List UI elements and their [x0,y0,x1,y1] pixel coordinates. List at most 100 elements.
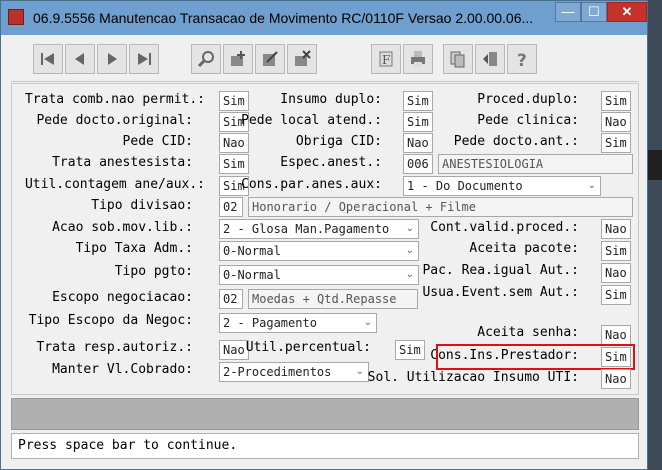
pede-cid-field[interactable]: Nao [219,133,249,153]
pede-docto-ant-field[interactable]: Sim [601,133,631,153]
trata-anestesista-label: Trata anestesista: [52,155,193,170]
tipo-taxa-adm-value: 0-Normal [223,244,281,258]
tipo-divisao-code-field[interactable]: 02 [219,197,243,217]
aceita-pacote-label: Aceita pacote: [469,241,579,256]
cons-par-anes-aux-label: Cons.par.anes.aux: [241,177,382,192]
delete-button[interactable] [287,44,317,74]
copy-icon [450,51,465,68]
print-icon [411,51,425,67]
chevron-down-icon: ⌄ [363,317,372,328]
pede-local-atend-field[interactable]: Sim [403,112,433,132]
aceita-pacote-field[interactable]: Sim [601,241,631,261]
escopo-negociacao-label: Escopo negociacao: [52,290,193,305]
trata-comb-label: Trata comb.nao permit.: [24,92,205,107]
tipo-divisao-label: Tipo divisao: [91,198,193,213]
toolbar: F ? [11,37,639,82]
svg-text:F: F [382,53,390,67]
tipo-pgto-label: Tipo pgto: [114,264,193,279]
add-icon [231,51,245,66]
insumo-duplo-field[interactable]: Sim [403,91,433,111]
search-button[interactable] [191,44,221,74]
tipo-divisao-desc-field: Honorario / Operacional + Filme [248,197,633,217]
window-title: 06.9.5556 Manutencao Transacao de Movime… [33,10,534,26]
sol-utilizacao-insumo-field[interactable]: Nao [601,369,631,389]
copy-button[interactable] [443,44,473,74]
add-button[interactable] [223,44,253,74]
chevron-down-icon: ⌄ [355,366,364,377]
proced-duplo-field[interactable]: Sim [601,91,631,111]
tipo-escopo-negoc-label: Tipo Escopo da Negoc: [28,313,193,328]
search-icon [197,51,214,68]
util-contagem-label: Util.contagem ane/aux.: [24,177,205,192]
manter-vl-cobrado-select[interactable]: 2-Procedimentos ⌄ [219,362,369,382]
util-percentual-field[interactable]: Sim [395,340,425,360]
pac-rea-igual-field[interactable]: Nao [601,263,631,283]
chevron-down-icon: ⌄ [587,180,596,191]
prev-icon [75,53,84,65]
acao-sob-mov-lib-value: 2 - Glosa Man.Pagamento [223,222,390,236]
exit-icon [483,52,497,66]
app-icon [8,9,24,25]
chevron-down-icon: ⌄ [405,245,414,256]
chevron-down-icon: ⌄ [405,269,414,280]
tipo-escopo-negoc-select[interactable]: 2 - Pagamento ⌄ [219,313,377,333]
edit-icon [263,51,278,66]
chevron-down-icon: ⌄ [405,223,414,234]
minimize-button[interactable]: — [555,2,581,22]
title-bar[interactable]: 06.9.5556 Manutencao Transacao de Movime… [1,1,647,35]
pede-clinica-field[interactable]: Nao [601,112,631,132]
pac-rea-igual-label: Pac. Rea.igual Aut.: [422,263,579,278]
pede-local-atend-label: Pede local atend.: [241,113,382,128]
last-record-button[interactable] [129,44,159,74]
insumo-duplo-label: Insumo duplo: [280,92,382,107]
espec-anest-label: Espec.anest.: [280,155,382,170]
acao-sob-mov-lib-label: Acao sob.mov.lib.: [52,220,193,235]
first-icon [41,53,54,65]
tipo-taxa-adm-select[interactable]: 0-Normal ⌄ [219,241,419,261]
app-window: 06.9.5556 Manutencao Transacao de Movime… [0,0,648,470]
acao-sob-mov-lib-select[interactable]: 2 - Glosa Man.Pagamento ⌄ [219,219,419,239]
espec-anest-code-field[interactable]: 006 [403,154,433,174]
first-record-button[interactable] [33,44,63,74]
maximize-button[interactable]: ☐ [581,2,607,22]
filter-icon: F [379,51,393,67]
sol-utilizacao-insumo-label: Sol. Utilizacao Insumo UTI: [367,370,579,385]
tipo-pgto-select[interactable]: 0-Normal ⌄ [219,265,419,285]
trata-resp-autoriz-label: Trata resp.autoriz.: [36,340,193,355]
prev-record-button[interactable] [65,44,95,74]
pede-clinica-label: Pede clinica: [477,113,579,128]
tipo-escopo-negoc-value: 2 - Pagamento [223,316,317,330]
escopo-negociacao-code-field[interactable]: 02 [219,289,243,309]
help-icon: ? [517,51,527,68]
filter-button[interactable]: F [371,44,401,74]
cons-par-anes-aux-value: 1 - Do Documento [407,179,523,193]
trata-comb-field[interactable]: Sim [219,91,249,111]
trata-resp-autoriz-field[interactable]: Nao [219,340,249,360]
manter-vl-cobrado-label: Manter Vl.Cobrado: [52,362,193,377]
proced-duplo-label: Proced.duplo: [477,92,579,107]
background-window-edge [648,150,662,180]
obriga-cid-field[interactable]: Nao [403,133,433,153]
edit-button[interactable] [255,44,285,74]
last-icon [138,53,151,65]
usua-event-sem-aut-label: Usua.Event.sem Aut.: [422,285,579,300]
close-button[interactable]: ✕ [607,2,647,22]
next-icon [108,53,117,65]
aceita-senha-field[interactable]: Nao [601,325,631,345]
pede-docto-ant-label: Pede docto.ant.: [453,134,579,149]
obriga-cid-label: Obriga CID: [295,134,382,149]
status-bar: Press space bar to continue. [11,433,639,459]
cont-valid-proced-field[interactable]: Nao [601,219,631,239]
exit-button[interactable] [475,44,505,74]
next-record-button[interactable] [97,44,127,74]
print-button[interactable] [403,44,433,74]
delete-icon [295,50,311,66]
cont-valid-proced-label: Cont.valid.proced.: [430,220,579,235]
help-button[interactable]: ? [507,44,537,74]
usua-event-sem-aut-field[interactable]: Sim [601,285,631,305]
tipo-taxa-adm-label: Tipo Taxa Adm.: [75,241,193,256]
trata-anestesista-field[interactable]: Sim [219,154,249,174]
message-area [11,398,639,430]
aceita-senha-label: Aceita senha: [477,325,579,340]
cons-par-anes-aux-select[interactable]: 1 - Do Documento ⌄ [403,176,601,196]
